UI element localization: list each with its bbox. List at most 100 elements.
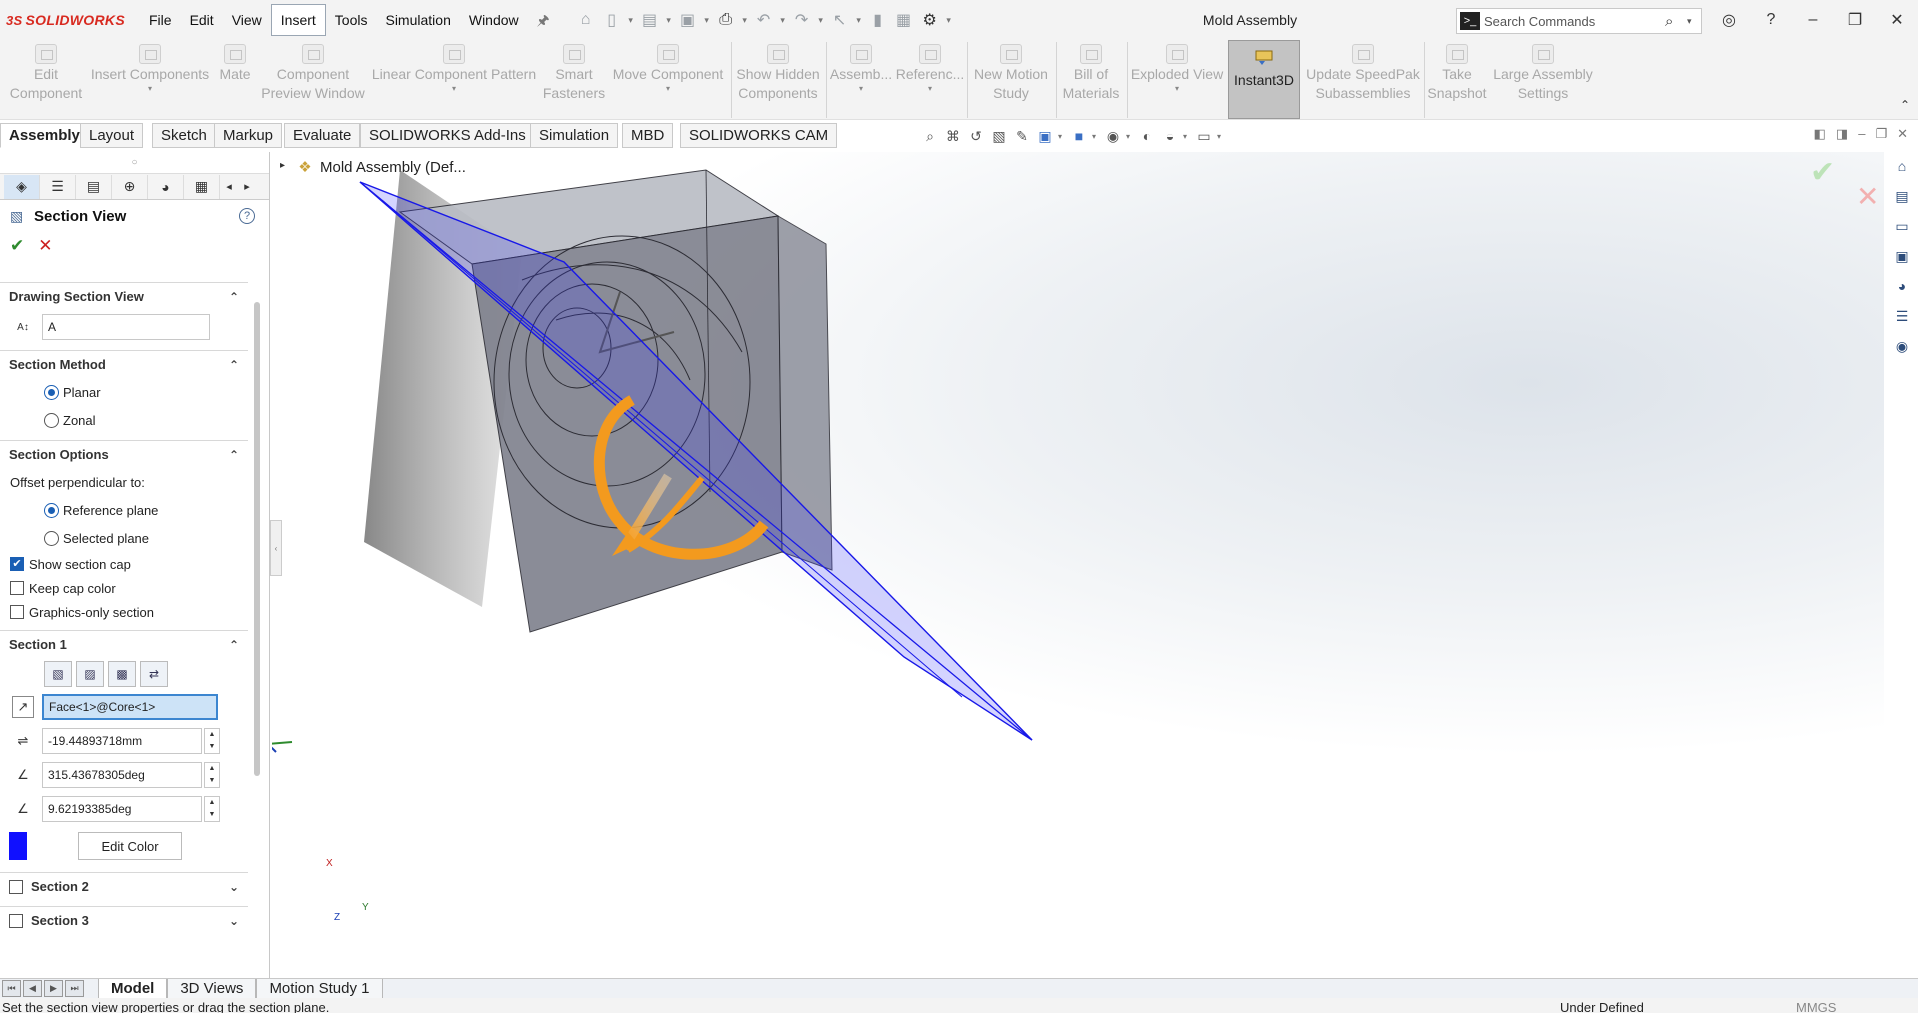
confirmation-corner-cancel-icon[interactable]: ✕ xyxy=(1856,180,1879,213)
display-style-dropdown-icon[interactable]: ▾ xyxy=(1092,132,1100,141)
tab-simulation[interactable]: Simulation xyxy=(530,123,619,148)
chevron-down-icon[interactable]: ▾ xyxy=(666,84,670,94)
radio-selected-plane[interactable]: Selected plane xyxy=(0,524,248,552)
checkbox-show-section-cap[interactable]: ✔ Show section cap xyxy=(0,552,248,576)
insert-components-button[interactable]: Insert Components ▾ xyxy=(88,44,212,94)
view-orientation-dropdown-icon[interactable]: ▾ xyxy=(1058,132,1066,141)
section-name-field[interactable]: A xyxy=(42,314,210,340)
radio-planar[interactable]: Planar xyxy=(0,378,248,406)
group-section-options[interactable]: Section Options ⌃ xyxy=(0,440,248,468)
radio-reference-plane[interactable]: Reference plane xyxy=(0,496,248,524)
show-hidden-components-button[interactable]: Show Hidden Components xyxy=(734,44,822,103)
section-2-checkbox[interactable] xyxy=(9,879,23,894)
ok-button[interactable]: ✔ xyxy=(10,236,24,256)
help-icon[interactable]: ? xyxy=(1750,11,1792,29)
search-commands[interactable]: >_ Search Commands ⌕ ▾ xyxy=(1456,8,1702,34)
redo-icon[interactable]: ↷ xyxy=(789,7,815,33)
tile-left-icon[interactable]: ◧ xyxy=(1814,126,1826,142)
first-tab-icon[interactable]: ⏮ xyxy=(2,980,21,997)
reference-selection-field[interactable]: Face<1>@Core<1> xyxy=(42,694,218,720)
radio-reference-plane-button[interactable] xyxy=(44,502,59,518)
search-icon[interactable]: ⌕ xyxy=(1665,13,1687,30)
prev-tab-icon[interactable]: ◀ xyxy=(23,980,42,997)
assembly-features-button[interactable]: Assemb... ▾ xyxy=(828,44,894,94)
menu-insert[interactable]: Insert xyxy=(270,4,326,36)
update-speedpak-button[interactable]: Update SpeedPak Subassemblies xyxy=(1304,44,1422,103)
menu-window[interactable]: Window xyxy=(460,4,528,36)
undo-dropdown-icon[interactable]: ▾ xyxy=(777,15,789,26)
group-section-1[interactable]: Section 1 ⌃ xyxy=(0,630,248,658)
checkbox-keep-cap-color[interactable]: Keep cap color xyxy=(0,576,248,600)
appearances-icon[interactable]: ◕ xyxy=(1888,272,1916,300)
status-units[interactable]: MMGS xyxy=(1796,1000,1836,1013)
new-dropdown-icon[interactable]: ▾ xyxy=(625,15,637,26)
chevron-up-icon[interactable]: ⌃ xyxy=(224,290,244,304)
chevron-down-icon[interactable]: ▾ xyxy=(1175,84,1179,94)
redo-dropdown-icon[interactable]: ▾ xyxy=(815,15,827,26)
home-icon[interactable]: ⌂ xyxy=(573,7,599,33)
tab-layout[interactable]: Layout xyxy=(80,123,144,148)
help-icon[interactable]: ? xyxy=(239,208,255,224)
solidworks-resources-icon[interactable]: ⌂ xyxy=(1888,152,1916,180)
top-plane-icon[interactable]: ▨ xyxy=(76,661,104,687)
dynamic-annotation-icon[interactable]: ✎ xyxy=(1012,126,1032,146)
component-preview-button[interactable]: Component Preview Window xyxy=(258,44,368,103)
solidworks-logo[interactable]: 3S SOLIDWORKS xyxy=(0,12,140,28)
display-style-icon[interactable]: ■ xyxy=(1069,126,1089,146)
front-plane-icon[interactable]: ▧ xyxy=(44,661,72,687)
next-tab-icon[interactable]: ▶ xyxy=(44,980,63,997)
chevron-down-icon[interactable]: ⌄ xyxy=(224,880,244,894)
close-button[interactable]: ✕ xyxy=(1876,10,1918,30)
rotation-y-spinner[interactable]: ▲ ▼ xyxy=(204,796,220,822)
tile-right-icon[interactable]: ◨ xyxy=(1836,126,1848,142)
tab-solidworks-cam[interactable]: SOLIDWORKS CAM xyxy=(680,123,838,148)
options-dropdown-icon[interactable]: ▾ xyxy=(943,15,955,26)
large-assembly-settings-button[interactable]: Large Assembly Settings xyxy=(1490,44,1596,103)
featuremanager-tab-icon[interactable]: ◈ xyxy=(4,174,40,199)
custom-properties-icon[interactable]: ☰ xyxy=(1888,302,1916,330)
cam-tab-icon[interactable]: ▦ xyxy=(184,174,220,199)
reverse-direction-icon[interactable]: ⇄ xyxy=(140,661,168,687)
radio-planar-button[interactable] xyxy=(44,384,59,400)
model-viewport[interactable] xyxy=(272,152,1884,978)
show-section-cap-checkbox[interactable]: ✔ xyxy=(10,557,24,571)
viewport-close-icon[interactable]: ✕ xyxy=(1897,126,1908,142)
view-settings-dropdown-icon[interactable]: ▾ xyxy=(1217,132,1225,141)
user-account-icon[interactable]: ◎ xyxy=(1708,10,1750,30)
menu-simulation[interactable]: Simulation xyxy=(376,4,459,36)
new-document-icon[interactable]: ▯ xyxy=(599,7,625,33)
cancel-button[interactable]: ✕ xyxy=(38,236,52,256)
select-icon[interactable]: ↖ xyxy=(827,7,853,33)
file-explorer-icon[interactable]: ▭ xyxy=(1888,212,1916,240)
chevron-up-icon[interactable]: ⌃ xyxy=(224,448,244,462)
chevron-down-icon[interactable]: ▾ xyxy=(859,84,863,94)
dimxpert-tab-icon[interactable]: ⊕ xyxy=(112,174,148,199)
chevron-down-icon[interactable]: ⌄ xyxy=(224,914,244,928)
tab-solidworks-addins[interactable]: SOLIDWORKS Add-Ins xyxy=(360,123,535,148)
zoom-to-area-icon[interactable]: ⌘ xyxy=(943,126,963,146)
configurationmanager-tab-icon[interactable]: ▤ xyxy=(76,174,112,199)
view-orientation-icon[interactable]: ▣ xyxy=(1035,126,1055,146)
tab-3d-views[interactable]: 3D Views xyxy=(167,978,257,999)
menu-file[interactable]: File xyxy=(140,4,181,36)
menu-view[interactable]: View xyxy=(223,4,271,36)
confirmation-corner-ok-icon[interactable]: ✔ xyxy=(1810,155,1835,190)
graphics-only-checkbox[interactable] xyxy=(10,605,24,619)
menu-tools[interactable]: Tools xyxy=(326,4,377,36)
open-dropdown-icon[interactable]: ▾ xyxy=(663,15,675,26)
save-dropdown-icon[interactable]: ▾ xyxy=(701,15,713,26)
view-palette-icon[interactable]: ▣ xyxy=(1888,242,1916,270)
undo-icon[interactable]: ↶ xyxy=(751,7,777,33)
design-library-icon[interactable]: ▤ xyxy=(1888,182,1916,210)
mate-button[interactable]: Mate xyxy=(212,44,258,84)
pm-scrollbar[interactable] xyxy=(254,302,260,776)
panel-grip[interactable]: ○ xyxy=(0,152,269,174)
section-3-checkbox[interactable] xyxy=(9,913,23,928)
tabs-scroll-left-icon[interactable]: ◂ xyxy=(220,180,238,193)
offset-distance-field[interactable]: -19.44893718mm xyxy=(42,728,202,754)
rotation-x-spinner[interactable]: ▲ ▼ xyxy=(204,762,220,788)
collapse-ribbon-icon[interactable]: ⌃ xyxy=(1900,98,1910,112)
scene-dropdown-icon[interactable]: ▾ xyxy=(1183,132,1191,141)
group-section-2[interactable]: Section 2 ⌄ xyxy=(0,872,248,900)
group-section-3[interactable]: Section 3 ⌄ xyxy=(0,906,248,934)
